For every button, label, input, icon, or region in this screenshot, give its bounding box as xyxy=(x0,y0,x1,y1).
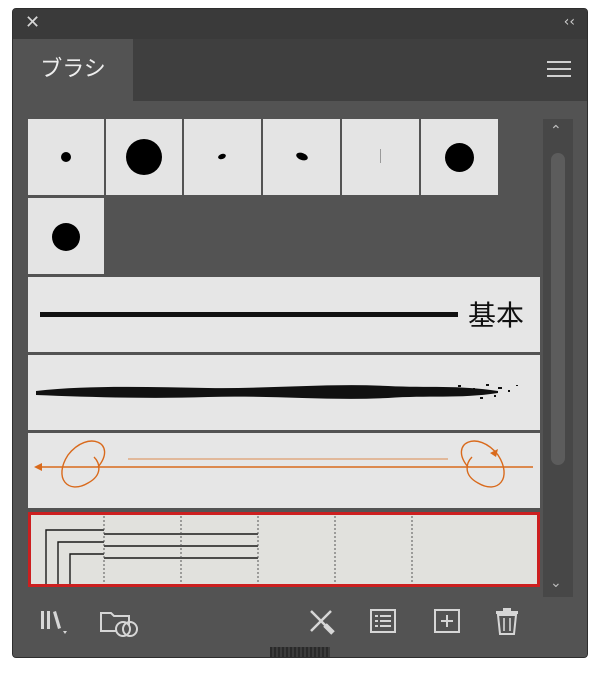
brushes-panel: ✕ ‹‹ ブラシ 基本 ⌃ ⌄ xyxy=(12,8,588,658)
brush-dot xyxy=(61,152,71,162)
remove-brush-stroke-icon[interactable] xyxy=(307,607,337,637)
tab-brushes[interactable]: ブラシ xyxy=(13,39,133,101)
collapse-icon[interactable]: ‹‹ xyxy=(564,15,575,29)
brush-tile-oval-small[interactable] xyxy=(184,119,261,195)
brush-line xyxy=(380,149,381,163)
brush-list: 基本 xyxy=(28,119,540,597)
hamburger-menu-icon[interactable] xyxy=(547,61,571,79)
pattern-stroke xyxy=(45,512,413,587)
brush-tile-hairline[interactable] xyxy=(342,119,419,195)
brush-dot xyxy=(445,143,474,172)
tab-label: ブラシ xyxy=(40,57,106,82)
resize-grip[interactable] xyxy=(270,647,330,657)
tab-row: ブラシ xyxy=(13,39,587,101)
brush-row-charcoal[interactable] xyxy=(28,355,540,430)
delete-brush-icon[interactable] xyxy=(493,607,521,637)
brush-options-icon[interactable] xyxy=(369,607,397,637)
new-brush-icon[interactable] xyxy=(433,607,461,637)
cc-libraries-icon[interactable] xyxy=(99,607,139,639)
brush-tile-dot-medium-2[interactable] xyxy=(28,198,104,274)
scrollbar[interactable]: ⌃ ⌄ xyxy=(543,119,573,597)
charcoal-stroke xyxy=(36,384,518,399)
basic-stroke xyxy=(40,312,458,317)
brush-row-pattern-selected[interactable] xyxy=(28,512,540,587)
brush-dot xyxy=(52,223,80,251)
brush-tile-dot-small[interactable] xyxy=(28,119,104,195)
scroll-up-icon[interactable]: ⌃ xyxy=(550,123,562,139)
brush-tile-dot-medium[interactable] xyxy=(421,119,498,195)
panel-toolbar xyxy=(13,597,587,657)
scroll-thumb[interactable] xyxy=(551,153,565,465)
arrow-art-stroke xyxy=(34,440,533,488)
scroll-down-icon[interactable]: ⌄ xyxy=(550,575,562,591)
brush-dot xyxy=(295,151,309,162)
basic-brush-label: 基本 xyxy=(467,299,524,332)
brush-dot xyxy=(217,152,227,161)
brush-tile-dot-large[interactable] xyxy=(106,119,182,195)
close-icon[interactable]: ✕ xyxy=(25,14,40,32)
brush-row-art-arrow[interactable] xyxy=(28,433,540,508)
panel-title-bar[interactable]: ✕ ‹‹ xyxy=(13,9,587,39)
brush-row-basic[interactable]: 基本 xyxy=(28,277,540,352)
brush-dot xyxy=(126,139,162,175)
brush-libraries-icon[interactable] xyxy=(39,607,73,637)
brush-tile-oval-medium[interactable] xyxy=(263,119,340,195)
